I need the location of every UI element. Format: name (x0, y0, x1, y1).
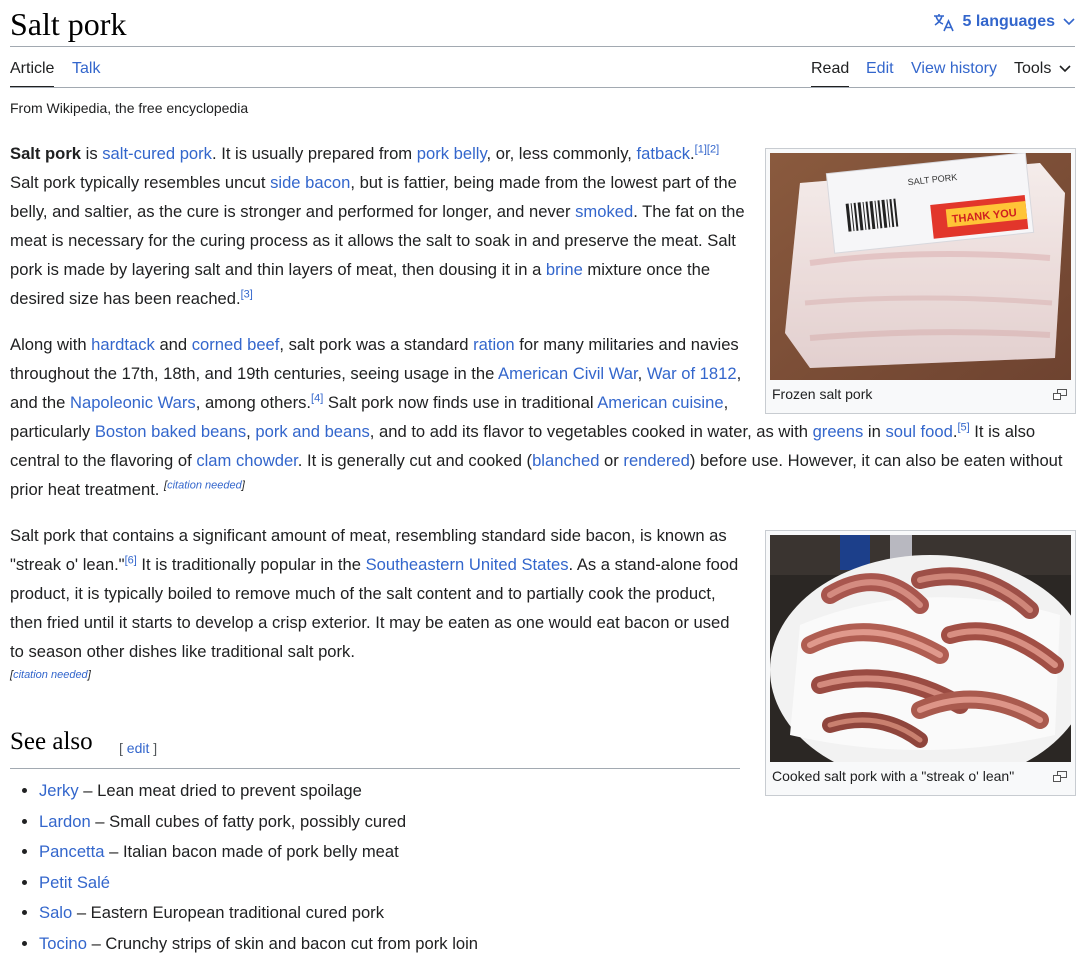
bracket: ] (149, 740, 158, 756)
link-salt-cured-pork[interactable]: salt-cured pork (102, 144, 212, 163)
reference-6[interactable]: [6] (125, 554, 137, 566)
text-run: is (81, 144, 103, 163)
text-run: , or, less commonly, (486, 144, 637, 163)
term-salt-pork: Salt pork (10, 144, 82, 163)
language-selector[interactable]: 5 languages (933, 12, 1075, 32)
text-run: in (863, 422, 886, 441)
link-corned-beef[interactable]: corned beef (192, 335, 280, 354)
bracket: ] (87, 669, 91, 681)
tools-menu[interactable]: Tools (1014, 58, 1071, 86)
link-war-of-1812[interactable]: War of 1812 (647, 364, 737, 383)
translate-icon (933, 12, 955, 32)
link-ration[interactable]: ration (473, 335, 515, 354)
link-pork-and-beans[interactable]: pork and beans (255, 422, 369, 441)
see-also-list: Jerky – Lean meat dried to prevent spoil… (10, 776, 478, 959)
citation-needed-link[interactable]: citation needed (167, 479, 242, 491)
chevron-down-icon (1063, 18, 1075, 26)
link-pork-belly[interactable]: pork belly (417, 144, 487, 163)
link-hardtack[interactable]: hardtack (91, 335, 155, 354)
text-run: . It is usually prepared from (211, 144, 417, 163)
link-rendered[interactable]: rendered (623, 451, 689, 470)
link-fatback[interactable]: fatback (637, 144, 691, 163)
paragraph-history: Along with hardtack and corned beef, sal… (10, 330, 1076, 504)
link-lardon[interactable]: Lardon (39, 812, 91, 831)
language-count: 5 languages (962, 13, 1055, 30)
link-american-cuisine[interactable]: American cuisine (597, 393, 723, 412)
text-run: Salt pork now finds use in traditional (323, 393, 598, 412)
cooked-salt-pork-image[interactable] (770, 535, 1071, 762)
text-run: , (637, 364, 647, 383)
figure-cooked-salt-pork: Cooked salt pork with a "streak o' lean" (765, 530, 1076, 796)
site-tagline: From Wikipedia, the free encyclopedia (10, 100, 249, 116)
text-run: . It is generally cut and cooked ( (297, 451, 533, 470)
reference-3[interactable]: [3] (241, 288, 253, 300)
section-edit: [ edit ] (119, 740, 157, 756)
tab-article[interactable]: Article (10, 58, 55, 88)
text-run: , (246, 422, 256, 441)
link-petit-sale[interactable]: Petit Salé (39, 873, 110, 892)
list-item: Petit Salé (39, 868, 478, 899)
enlarge-icon[interactable] (1053, 769, 1067, 785)
reference-2[interactable]: [2] (707, 143, 719, 155)
section-heading-see-also: See also (10, 728, 93, 755)
text-run: Along with (10, 335, 92, 354)
link-soul-food[interactable]: soul food (885, 422, 952, 441)
tab-talk[interactable]: Talk (72, 58, 100, 86)
link-brine[interactable]: brine (546, 260, 583, 279)
paragraph-intro: Salt pork is salt-cured pork. It is usua… (10, 139, 750, 313)
paragraph-streak-o-lean: Salt pork that contains a significant am… (10, 521, 740, 695)
link-napoleonic-wars[interactable]: Napoleonic Wars (70, 393, 196, 412)
text-run: , and to add its flavor to vegetables co… (369, 422, 813, 441)
reference-5[interactable]: [5] (957, 421, 969, 433)
citation-needed: [citation needed] (164, 479, 245, 491)
link-pancetta[interactable]: Pancetta (39, 842, 105, 861)
tab-read[interactable]: Read (811, 58, 850, 88)
text-run: It is traditionally popular in the (136, 555, 366, 574)
link-side-bacon[interactable]: side bacon (270, 173, 350, 192)
title-divider (10, 46, 1075, 47)
tab-view-history[interactable]: View history (911, 58, 997, 86)
chevron-down-icon (1059, 58, 1071, 80)
page-title: Salt pork (10, 6, 127, 42)
list-item: Pancetta – Italian bacon made of pork be… (39, 837, 478, 868)
section-edit-link[interactable]: edit (127, 740, 150, 756)
text-run: or (599, 451, 624, 470)
list-item-desc: – Crunchy strips of skin and bacon cut f… (86, 933, 479, 953)
tab-edit[interactable]: Edit (866, 58, 894, 86)
link-tocino[interactable]: Tocino (39, 934, 87, 953)
section-divider (10, 768, 740, 769)
list-item-desc: – Lean meat dried to prevent spoilage (78, 781, 362, 800)
list-item: Jerky – Lean meat dried to prevent spoil… (39, 776, 478, 807)
text-run: Salt pork typically resembles uncut (10, 173, 271, 192)
citation-needed-link[interactable]: citation needed (13, 669, 88, 681)
link-greens[interactable]: greens (813, 422, 864, 441)
link-salo[interactable]: Salo (39, 903, 72, 922)
list-item: Tocino – Crunchy strips of skin and baco… (39, 929, 478, 960)
link-southeastern-united-states[interactable]: Southeastern United States (366, 555, 569, 574)
list-item: Salo – Eastern European traditional cure… (39, 898, 478, 929)
link-boston-baked-beans[interactable]: Boston baked beans (95, 422, 246, 441)
text-run: and (154, 335, 192, 354)
list-item: Lardon – Small cubes of fatty pork, poss… (39, 807, 478, 838)
link-jerky[interactable]: Jerky (39, 781, 79, 800)
reference-1[interactable]: [1] (695, 143, 707, 155)
bracket: [ (119, 740, 127, 756)
float-spacer (743, 330, 1076, 417)
list-item-desc: – Italian bacon made of pork belly meat (104, 842, 399, 861)
text-run: , salt pork was a standard (279, 335, 474, 354)
text-run: , among others. (195, 393, 312, 412)
link-american-civil-war[interactable]: American Civil War (498, 364, 638, 383)
citation-needed: [citation needed] (10, 669, 91, 681)
tools-label: Tools (1014, 60, 1052, 77)
reference-4[interactable]: [4] (311, 392, 323, 404)
link-clam-chowder[interactable]: clam chowder (196, 451, 297, 470)
cooked-salt-pork-caption: Cooked salt pork with a "streak o' lean" (772, 768, 1015, 784)
link-smoked[interactable]: smoked (575, 202, 633, 221)
link-blanched[interactable]: blanched (532, 451, 599, 470)
list-item-desc: – Small cubes of fatty pork, possibly cu… (90, 811, 407, 831)
figure-caption: Cooked salt pork with a "streak o' lean" (770, 762, 1071, 786)
list-item-desc: – Eastern European traditional cured por… (72, 903, 384, 922)
tabs-divider (10, 87, 1075, 88)
bracket: ] (241, 479, 245, 492)
